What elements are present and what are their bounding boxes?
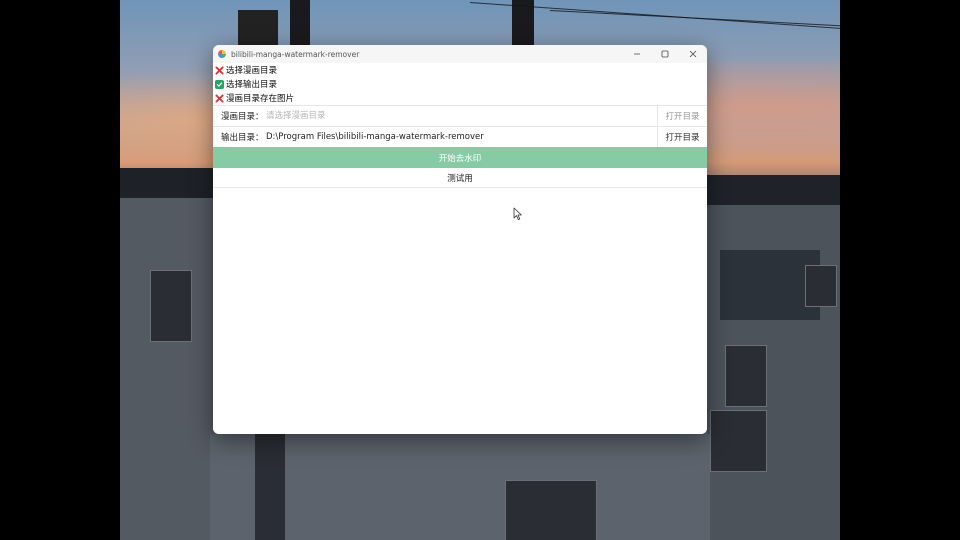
mouse-cursor-icon [513, 207, 522, 220]
error-cross-icon [215, 93, 224, 103]
open-manga-dir-button[interactable]: 打开目录 [657, 106, 707, 126]
app-window: bilibili-manga-watermark-remover 选择漫画目录 … [213, 45, 707, 434]
wallpaper-pole [290, 0, 310, 45]
maximize-icon [661, 50, 669, 58]
log-area [213, 188, 707, 433]
output-dir-input[interactable] [266, 128, 657, 146]
status-label: 选择漫画目录 [226, 66, 278, 76]
output-dir-row: 输出目录： 打开目录 [213, 126, 707, 147]
status-output-dir: 选择输出目录 [213, 77, 707, 91]
wallpaper-window [805, 265, 837, 307]
app-logo-icon [218, 50, 226, 58]
wallpaper-building [210, 434, 710, 540]
wallpaper-building [120, 198, 215, 540]
status-label: 漫画目录存在图片 [226, 94, 295, 104]
wallpaper-window [725, 345, 767, 407]
title-bar[interactable]: bilibili-manga-watermark-remover [213, 45, 707, 63]
status-manga-dir: 选择漫画目录 [213, 63, 707, 77]
manga-dir-label: 漫画目录： [221, 112, 264, 122]
window-title: bilibili-manga-watermark-remover [231, 49, 360, 59]
error-cross-icon [215, 65, 224, 75]
wallpaper-window [150, 270, 192, 342]
manga-dir-input[interactable] [266, 107, 657, 125]
wallpaper-roof [707, 175, 840, 205]
success-check-icon [215, 79, 224, 89]
minimize-icon [634, 53, 640, 55]
wallpaper-roof [120, 168, 215, 198]
manga-dir-row: 漫画目录： 打开目录 [213, 105, 707, 126]
wallpaper-window [505, 480, 597, 540]
status-label: 选择输出目录 [226, 80, 278, 90]
open-output-dir-button[interactable]: 打开目录 [657, 127, 707, 147]
wallpaper-pole [255, 434, 285, 540]
status-images-exist: 漫画目录存在图片 [213, 91, 707, 105]
minimize-button[interactable] [623, 45, 651, 63]
wallpaper-window [710, 410, 767, 472]
close-button[interactable] [679, 45, 707, 63]
test-button[interactable]: 测试用 [213, 168, 707, 188]
maximize-button[interactable] [651, 45, 679, 63]
wallpaper-pole [238, 10, 278, 45]
close-icon [689, 50, 697, 58]
start-remove-watermark-button[interactable]: 开始去水印 [213, 147, 707, 168]
output-dir-label: 输出目录： [221, 133, 264, 143]
